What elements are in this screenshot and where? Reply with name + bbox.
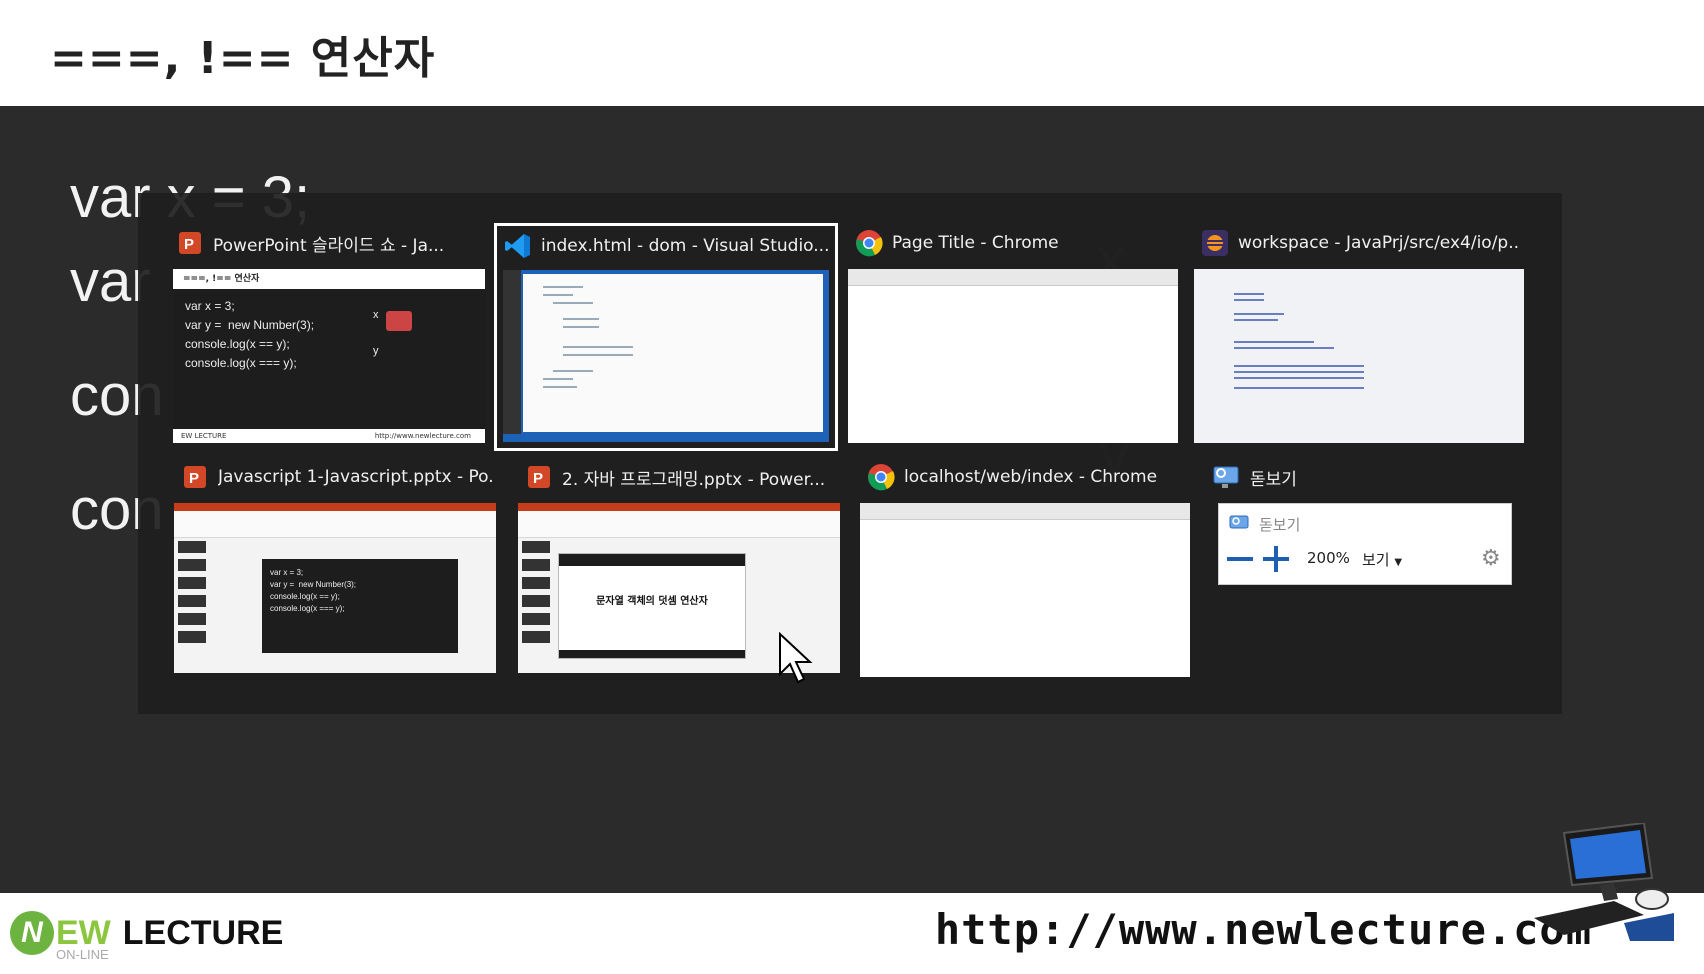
- tile-title: 돋보기: [1250, 469, 1297, 490]
- thumb-slide-list: [522, 541, 554, 669]
- thumb-current-slide: 문자열 객체의 덧셈 연산자: [558, 553, 746, 659]
- slide-title: ===, !== 연산자: [50, 33, 436, 84]
- thumb-footer: EW LECTURE http://www.newlecture.com: [173, 429, 485, 443]
- tile-title: Page Title - Chrome: [892, 233, 1059, 253]
- window-thumbnail: [860, 503, 1190, 677]
- thumb-slide-text: 문자열 객체의 덧셈 연산자: [596, 596, 708, 607]
- newlecture-logo: N EW LECTURE ON-LINE: [10, 903, 283, 963]
- thumb-slide-code: var x = 3; var y = new Number(3); consol…: [185, 299, 315, 370]
- tile-header: P 2. 자바 프로그래밍.pptx - Power...: [518, 457, 840, 497]
- magnifier-icon: [1212, 462, 1242, 492]
- chevron-down-icon: ▼: [1394, 557, 1403, 568]
- powerpoint-icon: P: [180, 462, 210, 492]
- window-thumbnail: [503, 270, 829, 442]
- magnifier-toolbar: 돋보기 200% 보기 ▼ ⚙: [1218, 503, 1512, 585]
- view-label: 보기: [1362, 551, 1390, 569]
- thumb-shape: [386, 311, 412, 331]
- computer-illustration-icon: [1534, 823, 1674, 941]
- window-thumbnail: [1194, 269, 1524, 443]
- thumb-browser-toolbar: [848, 269, 1178, 286]
- window-tile-magnifier[interactable]: 돋보기 돋보기 200% 보기 ▼ ⚙: [1206, 457, 1536, 607]
- zoom-level: 200%: [1307, 549, 1350, 567]
- tile-header: P Javascript 1-Javascript.pptx - Po...: [174, 457, 496, 497]
- thumb-editor: [523, 274, 823, 432]
- gear-icon[interactable]: ⚙: [1481, 546, 1501, 571]
- tile-header: 돋보기: [1206, 457, 1536, 497]
- window-tile-chrome-localhost[interactable]: localhost/web/index - Chrome: [860, 457, 1196, 677]
- window-tile-powerpoint-slideshow[interactable]: P PowerPoint 슬라이드 쇼 - Ja... ===, !== 연산자…: [169, 223, 485, 443]
- svg-text:P: P: [533, 470, 543, 487]
- task-switcher: P PowerPoint 슬라이드 쇼 - Ja... ===, !== 연산자…: [138, 193, 1562, 714]
- brand-sub: ON-LINE: [56, 947, 109, 962]
- zoom-out-button[interactable]: [1227, 557, 1253, 561]
- brand-logo-icon: N: [10, 911, 54, 955]
- vscode-icon: [503, 231, 533, 261]
- thumb-browser-toolbar: [860, 503, 1190, 520]
- window-tile-eclipse[interactable]: workspace - JavaPrj/src/ex4/io/p...: [1194, 223, 1530, 443]
- thumb-ribbon: [174, 503, 496, 538]
- chrome-icon: [854, 228, 884, 258]
- thumb-footer-url: http://www.newlecture.com: [374, 432, 471, 440]
- tile-header: localhost/web/index - Chrome: [860, 457, 1196, 497]
- powerpoint-icon: P: [175, 228, 205, 258]
- window-tile-javascript-pptx[interactable]: P Javascript 1-Javascript.pptx - Po... v…: [174, 457, 496, 677]
- svg-text:P: P: [184, 236, 194, 253]
- window-tile-vscode[interactable]: index.html - dom - Visual Studio...: [494, 223, 838, 451]
- magnifier-small-icon: [1229, 515, 1249, 529]
- mouse-cursor-icon: [779, 632, 813, 684]
- slide-footer: N EW LECTURE ON-LINE http://www.newlectu…: [0, 823, 1704, 974]
- tile-title: localhost/web/index - Chrome: [904, 467, 1158, 487]
- tile-title: PowerPoint 슬라이드 쇼 - Ja...: [213, 235, 445, 256]
- chrome-icon: [866, 462, 896, 492]
- magnifier-title: 돋보기: [1259, 516, 1301, 534]
- thumb-ribbon: [518, 503, 840, 538]
- powerpoint-icon: P: [524, 462, 554, 492]
- tile-header: P PowerPoint 슬라이드 쇼 - Ja...: [169, 223, 481, 263]
- window-thumbnail: ===, !== 연산자 var x = 3; var y = new Numb…: [173, 269, 485, 443]
- view-dropdown[interactable]: 보기 ▼: [1362, 549, 1402, 570]
- thumb-activity-bar: [503, 270, 521, 434]
- thumb-x-label: x: [373, 309, 379, 321]
- footer-url: http://www.newlecture.com: [934, 905, 1592, 954]
- slide-header: ===, !== 연산자: [0, 0, 1704, 106]
- tile-title: 2. 자바 프로그래밍.pptx - Power...: [562, 469, 826, 490]
- window-thumbnail: [848, 269, 1178, 443]
- svg-text:P: P: [189, 470, 199, 487]
- tile-title: index.html - dom - Visual Studio...: [541, 236, 830, 256]
- tile-header: index.html - dom - Visual Studio...: [497, 226, 835, 266]
- window-tile-chrome-page-title[interactable]: Page Title - Chrome: [848, 223, 1184, 443]
- thumb-slide-list: [178, 541, 210, 669]
- tile-title: Javascript 1-Javascript.pptx - Po...: [218, 467, 494, 487]
- thumb-slide-code: var x = 3; var y = new Number(3); consol…: [270, 568, 357, 613]
- thumb-current-slide: var x = 3; var y = new Number(3); consol…: [262, 559, 458, 653]
- window-thumbnail: var x = 3; var y = new Number(3); consol…: [174, 503, 496, 673]
- thumb-footer-brand: EW LECTURE: [181, 432, 227, 440]
- eclipse-icon: [1200, 228, 1230, 258]
- tile-title: workspace - JavaPrj/src/ex4/io/p...: [1238, 233, 1520, 253]
- thumb-y-label: y: [373, 345, 379, 357]
- brand-lecture: LECTURE: [122, 913, 284, 952]
- tile-header: workspace - JavaPrj/src/ex4/io/p...: [1194, 223, 1530, 263]
- tile-header: Page Title - Chrome: [848, 223, 1184, 263]
- thumb-slide-title: ===, !== 연산자: [173, 269, 485, 289]
